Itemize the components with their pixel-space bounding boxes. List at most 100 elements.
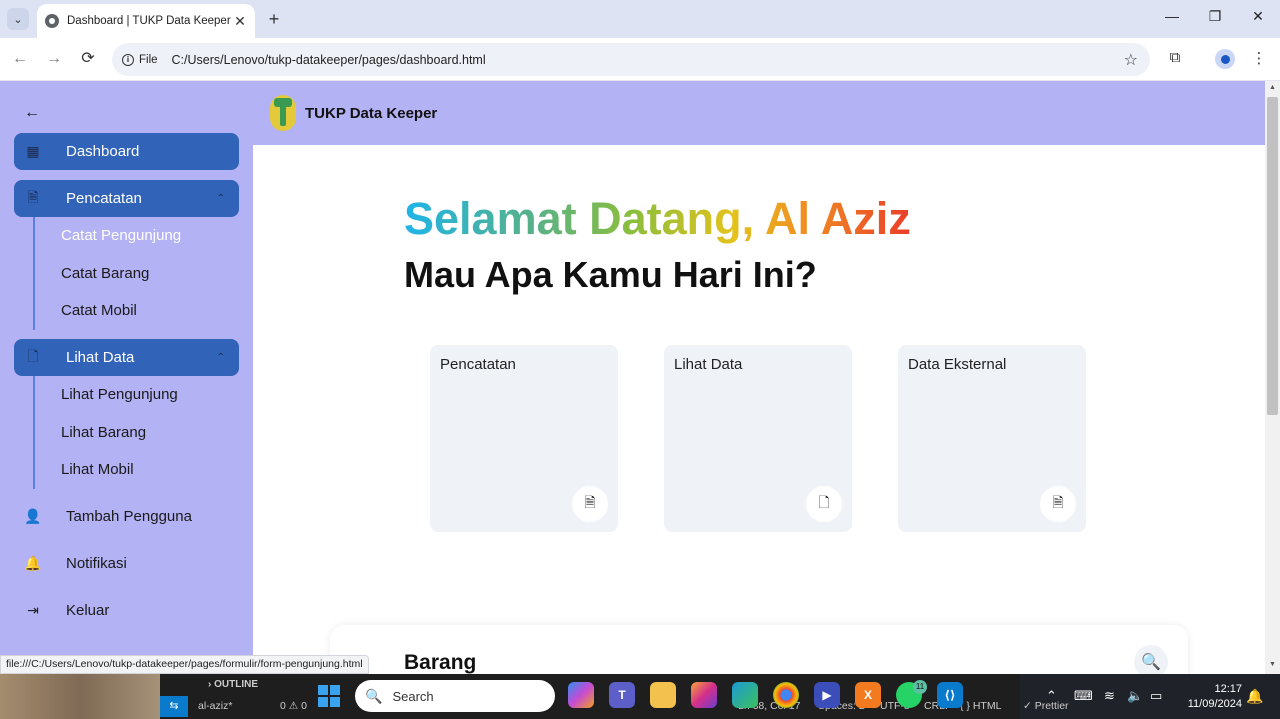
- taskbar-clock[interactable]: 12:17 11/09/2024: [1178, 682, 1242, 712]
- chevron-up-icon: ⌃: [216, 193, 225, 204]
- search-placeholder: Search: [392, 688, 434, 704]
- vscode-branch[interactable]: al-aziz*: [198, 700, 232, 712]
- address-bar[interactable]: i File C:/Users/Lenovo/tukp-datakeeper/p…: [112, 43, 1150, 76]
- question-heading: Mau Apa Kamu Hari Ini?: [404, 254, 817, 295]
- vscode-problems[interactable]: 0 ⚠ 0: [280, 700, 307, 712]
- notification-badge: 11: [913, 680, 927, 694]
- clock-date: 11/09/2024: [1187, 698, 1242, 710]
- vscode-icon[interactable]: ⟨⟩: [937, 682, 963, 708]
- maximize-icon[interactable]: ❐: [1205, 8, 1225, 25]
- page-scrollbar[interactable]: ▲ ▼: [1265, 81, 1280, 674]
- scrollbar-thumb[interactable]: [1267, 97, 1278, 415]
- edge-icon[interactable]: [732, 682, 758, 708]
- taskbar-search[interactable]: 🔍 Search: [355, 680, 555, 712]
- back-icon[interactable]: ←: [9, 48, 31, 70]
- card-label: Data Eksternal: [908, 356, 1007, 373]
- windows-taskbar: › OUTLINE ⇆ al-aziz* 0 ⚠ 0 Ln 38, Col 17…: [0, 674, 1280, 719]
- window-close-icon[interactable]: ✕: [1248, 8, 1268, 25]
- reload-icon[interactable]: ⟳: [77, 48, 99, 70]
- xampp-icon[interactable]: X: [855, 682, 881, 708]
- card-lihat-data[interactable]: Lihat Data 🗋: [664, 345, 852, 532]
- profile-avatar-icon[interactable]: [1215, 49, 1235, 69]
- sidebar-item-pencatatan[interactable]: 🗎 Pencatatan ⌃: [14, 180, 239, 217]
- teams-icon[interactable]: T: [609, 682, 635, 708]
- url-text[interactable]: C:/Users/Lenovo/tukp-datakeeper/pages/da…: [172, 53, 486, 67]
- card-data-eksternal[interactable]: Data Eksternal 🗎: [898, 345, 1086, 532]
- page-viewport: ← ▦ Dashboard 🗎 Pencatatan ⌃ Catat Pengu…: [0, 81, 1265, 674]
- search-icon[interactable]: 🔍: [1134, 645, 1168, 674]
- sidebar-collapse-arrow-icon[interactable]: ←: [24, 104, 40, 122]
- submenu-item-catat-pengunjung[interactable]: Catat Pengunjung: [35, 217, 233, 255]
- barang-panel: Barang 🔍: [330, 625, 1188, 674]
- sidebar-item-label: Lihat Data: [66, 349, 135, 366]
- file-edit-icon[interactable]: 🗎: [572, 486, 608, 522]
- file-chip-label: File: [139, 53, 158, 66]
- scroll-up-icon[interactable]: ▲: [1265, 84, 1280, 91]
- chevron-up-icon: ⌃: [216, 352, 225, 363]
- extensions-icon[interactable]: ⧉: [1164, 49, 1186, 66]
- submenu-item-catat-mobil[interactable]: Catat Mobil: [35, 292, 233, 330]
- card-pencatatan[interactable]: Pencatatan 🗎: [430, 345, 618, 532]
- pencatatan-submenu: Catat Pengunjung Catat Barang Catat Mobi…: [33, 217, 233, 330]
- copilot-icon[interactable]: [568, 682, 594, 708]
- welcome-heading: Selamat Datang, Al Aziz: [404, 193, 911, 244]
- document-icon[interactable]: 🗋: [806, 486, 842, 522]
- scroll-down-icon[interactable]: ▼: [1265, 661, 1280, 668]
- submenu-item-lihat-pengunjung[interactable]: Lihat Pengunjung: [35, 376, 233, 414]
- tab-title: Dashboard | TUKP Data Keeper: [67, 15, 231, 27]
- remote-icon[interactable]: ⇆: [160, 696, 188, 717]
- tab-close-icon[interactable]: ✕: [233, 13, 247, 30]
- minimize-icon[interactable]: —: [1162, 8, 1182, 24]
- document-icon: 🗋: [27, 347, 39, 364]
- sidebar-item-lihat-data[interactable]: 🗋 Lihat Data ⌃: [14, 339, 239, 376]
- lihat-data-submenu: Lihat Pengunjung Lihat Barang Lihat Mobi…: [33, 376, 233, 489]
- submenu-item-lihat-mobil[interactable]: Lihat Mobil: [35, 451, 233, 489]
- tab-search-dropdown-icon[interactable]: ⌄: [7, 8, 29, 30]
- volume-icon[interactable]: 🔈: [1127, 688, 1143, 704]
- submenu-item-lihat-barang[interactable]: Lihat Barang: [35, 414, 233, 452]
- logout-icon: ⇥: [27, 602, 39, 618]
- clipchamp-icon[interactable]: ▶: [814, 682, 840, 708]
- card-label: Lihat Data: [674, 356, 743, 373]
- browser-toolbar: ← → ⟳ i File C:/Users/Lenovo/tukp-datake…: [0, 38, 1280, 81]
- vscode-language[interactable]: { } HTML: [960, 700, 1001, 712]
- app-header: TUKP Data Keeper: [253, 81, 1265, 145]
- new-tab-button[interactable]: +: [264, 9, 284, 30]
- info-icon: i: [122, 53, 134, 66]
- file-external-icon[interactable]: 🗎: [1040, 486, 1076, 522]
- file-explorer-icon[interactable]: [650, 682, 676, 708]
- search-icon: 🔍: [365, 687, 383, 704]
- windows-start-icon[interactable]: [318, 685, 340, 707]
- file-edit-icon: 🗎: [27, 188, 39, 205]
- card-label: Pencatatan: [440, 356, 516, 373]
- notification-bell-icon[interactable]: 🔔: [1246, 688, 1263, 705]
- link-status-bar: file:///C:/Users/Lenovo/tukp-datakeeper/…: [0, 655, 369, 674]
- bookmark-star-icon[interactable]: ☆: [1124, 50, 1138, 70]
- browser-menu-icon[interactable]: ⋮: [1248, 49, 1270, 67]
- keyboard-icon[interactable]: ⌨: [1074, 688, 1093, 704]
- forward-icon[interactable]: →: [43, 48, 65, 70]
- clock-time: 12:17: [1214, 683, 1242, 695]
- sidebar: ← ▦ Dashboard 🗎 Pencatatan ⌃ Catat Pengu…: [0, 81, 253, 674]
- tukp-logo: [270, 95, 296, 131]
- sidebar-item-tambah-pengguna[interactable]: 👤 Tambah Pengguna: [14, 498, 239, 535]
- vscode-outline-label[interactable]: › OUTLINE: [208, 679, 258, 690]
- battery-icon[interactable]: ▭: [1150, 688, 1162, 704]
- sidebar-item-dashboard[interactable]: ▦ Dashboard: [14, 133, 239, 170]
- globe-favicon-icon: [45, 14, 59, 28]
- chrome-icon[interactable]: [773, 682, 799, 708]
- sidebar-item-notifikasi[interactable]: 🔔 Notifikasi: [14, 545, 239, 582]
- wifi-icon[interactable]: ≋: [1104, 688, 1115, 704]
- wallpaper-strip: [0, 674, 160, 719]
- sidebar-item-label: Tambah Pengguna: [66, 508, 192, 525]
- browser-tabbar: ⌄ Dashboard | TUKP Data Keeper ✕ + — ❐ ✕: [0, 0, 1280, 38]
- panel-title: Barang: [404, 651, 477, 674]
- sidebar-item-label: Dashboard: [66, 143, 140, 160]
- browser-tab[interactable]: Dashboard | TUKP Data Keeper ✕: [37, 4, 255, 38]
- submenu-item-catat-barang[interactable]: Catat Barang: [35, 255, 233, 293]
- sidebar-item-label: Pencatatan: [66, 190, 142, 207]
- tray-chevron-icon[interactable]: ⌃: [1046, 688, 1057, 704]
- site-info-chip[interactable]: i File: [122, 53, 168, 66]
- instagram-icon[interactable]: [691, 682, 717, 708]
- sidebar-item-keluar[interactable]: ⇥ Keluar: [14, 592, 239, 629]
